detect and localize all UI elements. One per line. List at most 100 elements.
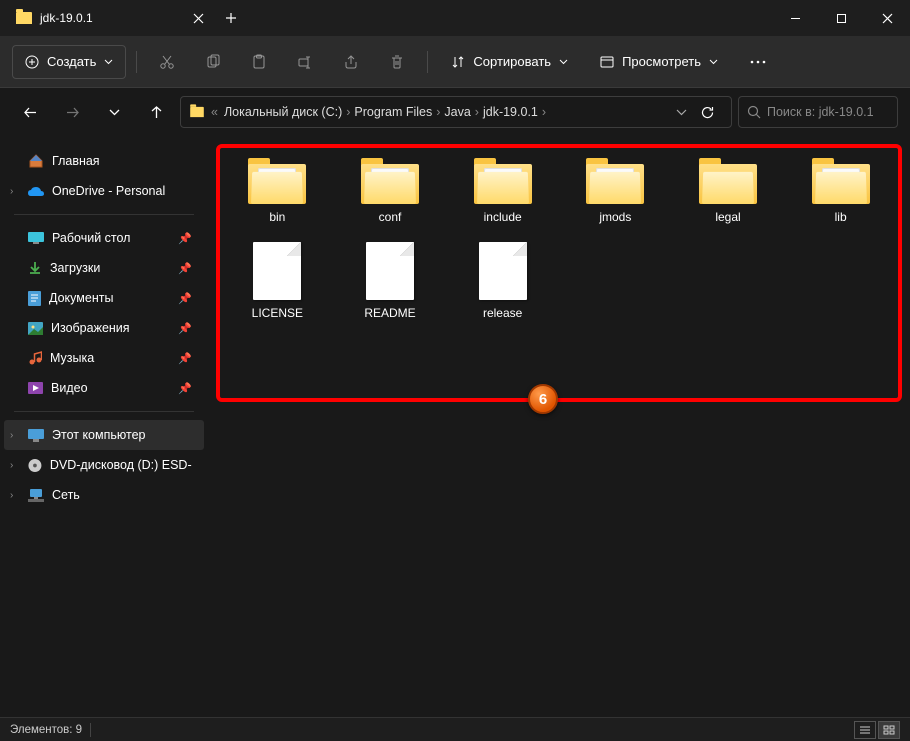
refresh-button[interactable] — [691, 96, 723, 128]
music-icon — [28, 351, 42, 365]
search-placeholder: Поиск в: jdk-19.0.1 — [767, 105, 874, 119]
titlebar: jdk-19.0.1 — [0, 0, 910, 36]
item-label: README — [364, 306, 415, 320]
item-conf[interactable]: conf — [339, 154, 442, 228]
sidebar-item-home[interactable]: Главная — [4, 146, 204, 176]
view-button[interactable]: Просмотреть — [587, 45, 731, 79]
body-area: Главная › OneDrive - Personal Рабочий ст… — [0, 136, 910, 717]
disc-icon — [28, 458, 42, 473]
status-count: Элементов: 9 — [10, 724, 82, 736]
plus-circle-icon — [25, 55, 39, 69]
search-field[interactable]: Поиск в: jdk-19.0.1 — [738, 96, 898, 128]
close-icon — [193, 13, 204, 24]
delete-button[interactable] — [377, 44, 417, 80]
folder-icon — [248, 158, 306, 204]
separator — [427, 51, 428, 73]
grid-icon — [883, 725, 895, 735]
arrow-up-icon — [149, 105, 164, 120]
arrow-left-icon — [23, 105, 38, 120]
rename-button[interactable] — [285, 44, 325, 80]
create-button[interactable]: Создать — [12, 45, 126, 79]
pin-icon: 📌 — [178, 382, 192, 395]
view-icons-button[interactable] — [878, 721, 900, 739]
item-release[interactable]: release — [451, 238, 554, 324]
paste-button[interactable] — [239, 44, 279, 80]
share-icon — [343, 54, 359, 70]
paste-icon — [251, 54, 267, 70]
monitor-icon — [28, 429, 44, 442]
folder-icon — [474, 158, 532, 204]
copy-icon — [205, 54, 221, 70]
breadcrumb-2[interactable]: Java — [444, 105, 470, 119]
file-icon — [366, 242, 414, 300]
separator — [90, 723, 91, 737]
sidebar-item-documents[interactable]: Документы📌 — [4, 283, 204, 313]
sidebar-item-pictures[interactable]: Изображения📌 — [4, 313, 204, 343]
recent-button[interactable] — [96, 94, 132, 130]
share-button[interactable] — [331, 44, 371, 80]
tab-close-button[interactable] — [185, 4, 213, 32]
cut-button[interactable] — [147, 44, 187, 80]
back-button[interactable] — [12, 94, 48, 130]
minimize-icon — [790, 13, 801, 24]
sidebar-item-thispc[interactable]: › Этот компьютер — [4, 420, 204, 450]
sidebar-item-desktop[interactable]: Рабочий стол📌 — [4, 223, 204, 253]
minimize-button[interactable] — [772, 0, 818, 36]
tab-title: jdk-19.0.1 — [40, 11, 93, 25]
chevron-down-icon[interactable] — [676, 109, 687, 116]
view-details-button[interactable] — [854, 721, 876, 739]
view-icon — [600, 55, 614, 69]
item-bin[interactable]: bin — [226, 154, 329, 228]
sidebar-item-music[interactable]: Музыка📌 — [4, 343, 204, 373]
separator — [14, 214, 194, 215]
chevron-right-icon: › — [475, 105, 479, 119]
chevron-right-icon: › — [10, 186, 13, 197]
item-jmods[interactable]: jmods — [564, 154, 667, 228]
sidebar-item-videos[interactable]: Видео📌 — [4, 373, 204, 403]
folder-icon — [586, 158, 644, 204]
sidebar-item-dvd[interactable]: › DVD-дисковод (D:) ESD-IS — [4, 450, 204, 480]
plus-icon — [225, 12, 237, 24]
up-button[interactable] — [138, 94, 174, 130]
item-readme[interactable]: README — [339, 238, 442, 324]
folder-icon — [190, 107, 204, 117]
sidebar-item-onedrive[interactable]: › OneDrive - Personal — [4, 176, 204, 206]
maximize-button[interactable] — [818, 0, 864, 36]
folder-icon — [699, 158, 757, 204]
separator — [136, 51, 137, 73]
create-label: Создать — [47, 54, 96, 69]
breadcrumb-1[interactable]: Program Files — [354, 105, 432, 119]
address-field[interactable]: « Локальный диск (C:) › Program Files › … — [180, 96, 732, 128]
breadcrumb-0[interactable]: Локальный диск (C:) — [224, 105, 342, 119]
refresh-icon — [700, 105, 715, 120]
sort-button[interactable]: Сортировать — [438, 45, 581, 79]
content-area[interactable]: binconfincludejmods legal lib LICENSE README… — [208, 136, 910, 717]
close-window-button[interactable] — [864, 0, 910, 36]
chevron-down-icon — [104, 59, 113, 65]
breadcrumb-3[interactable]: jdk-19.0.1 — [483, 105, 538, 119]
more-button[interactable] — [737, 45, 779, 79]
chevron-right-icon: › — [542, 105, 546, 119]
item-lib[interactable]: lib — [789, 154, 892, 228]
pictures-icon — [28, 322, 43, 335]
new-tab-button[interactable] — [213, 12, 249, 24]
explorer-window: jdk-19.0.1 Создать Сортировать — [0, 0, 910, 741]
copy-button[interactable] — [193, 44, 233, 80]
item-license[interactable]: LICENSE — [226, 238, 329, 324]
items-grid: binconfincludejmods legal lib LICENSE README… — [226, 154, 892, 324]
crumb-left-chevron: « — [211, 105, 218, 119]
forward-button[interactable] — [54, 94, 90, 130]
more-icon — [750, 60, 766, 64]
sidebar-item-network[interactable]: › Сеть — [4, 480, 204, 510]
videos-icon — [28, 382, 43, 394]
maximize-icon — [836, 13, 847, 24]
tab-active[interactable]: jdk-19.0.1 — [0, 0, 105, 36]
item-include[interactable]: include — [451, 154, 554, 228]
close-icon — [882, 13, 893, 24]
item-legal[interactable]: legal — [677, 154, 780, 228]
item-label: legal — [715, 210, 740, 224]
sidebar-item-downloads[interactable]: Загрузки📌 — [4, 253, 204, 283]
sort-label: Сортировать — [473, 54, 551, 69]
network-icon — [28, 489, 44, 502]
pin-icon: 📌 — [178, 292, 192, 305]
